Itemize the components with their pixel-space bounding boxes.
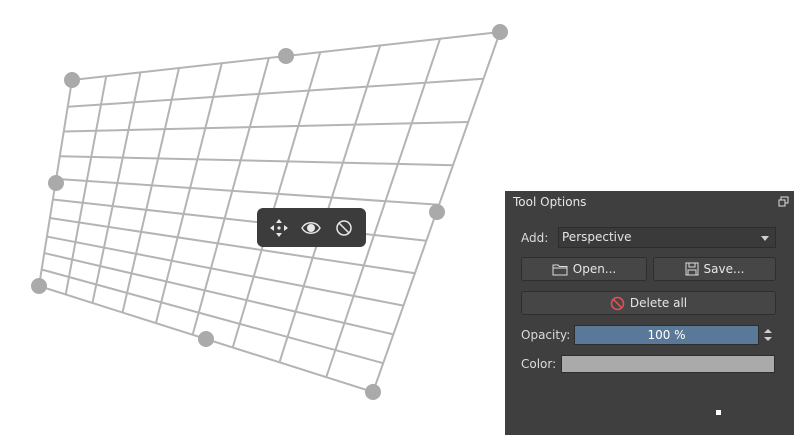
save-button[interactable]: Save... [653, 257, 776, 281]
cursor-dot-icon [716, 404, 721, 415]
folder-icon [552, 264, 568, 275]
grid-horizontal-line [41, 268, 384, 365]
chevron-down-icon [761, 236, 769, 241]
assistant-type-value: Perspective [562, 230, 632, 244]
open-button-label: Open... [572, 262, 617, 276]
color-swatch[interactable] [561, 355, 775, 373]
opacity-slider[interactable]: 100 % [574, 325, 759, 345]
grid-handle[interactable] [492, 24, 508, 40]
save-button-label: Save... [703, 262, 745, 276]
grid-handle[interactable] [64, 72, 80, 88]
delete-all-button[interactable]: Delete all [521, 291, 776, 315]
float-docker-icon[interactable] [778, 196, 789, 207]
grid-handle[interactable] [48, 175, 64, 191]
grid-handle[interactable] [365, 384, 381, 400]
assistant-type-select[interactable]: Perspective [558, 227, 776, 248]
delete-all-label: Delete all [629, 296, 688, 310]
grid-handle[interactable] [31, 278, 47, 294]
add-label: Add: [521, 231, 549, 245]
eye-icon[interactable] [298, 215, 324, 241]
open-button[interactable]: Open... [521, 257, 647, 281]
disable-icon[interactable] [331, 215, 357, 241]
tool-options-docker: Tool Options Add: Perspective Open... Sa… [505, 191, 794, 435]
assistant-toolbar [257, 208, 366, 247]
grid-vertical-line [191, 57, 270, 336]
grid-handle[interactable] [429, 204, 445, 220]
grid-horizontal-line [59, 155, 454, 167]
tool-options-title: Tool Options [513, 195, 587, 209]
grid-horizontal-line [63, 121, 469, 133]
move-icon[interactable] [266, 215, 292, 241]
color-label: Color: [521, 357, 557, 371]
grid-handle[interactable] [198, 331, 214, 347]
grid-vertical-line [121, 67, 180, 313]
opacity-label: Opacity: [521, 328, 571, 342]
delete-icon [610, 296, 625, 310]
grid-vertical-line [154, 62, 223, 324]
floppy-disk-icon [685, 262, 699, 276]
grid-vertical-line [278, 45, 382, 363]
grid-handle[interactable] [278, 48, 294, 64]
opacity-spin-icon[interactable] [761, 325, 775, 345]
grid-vertical-line [231, 51, 322, 348]
